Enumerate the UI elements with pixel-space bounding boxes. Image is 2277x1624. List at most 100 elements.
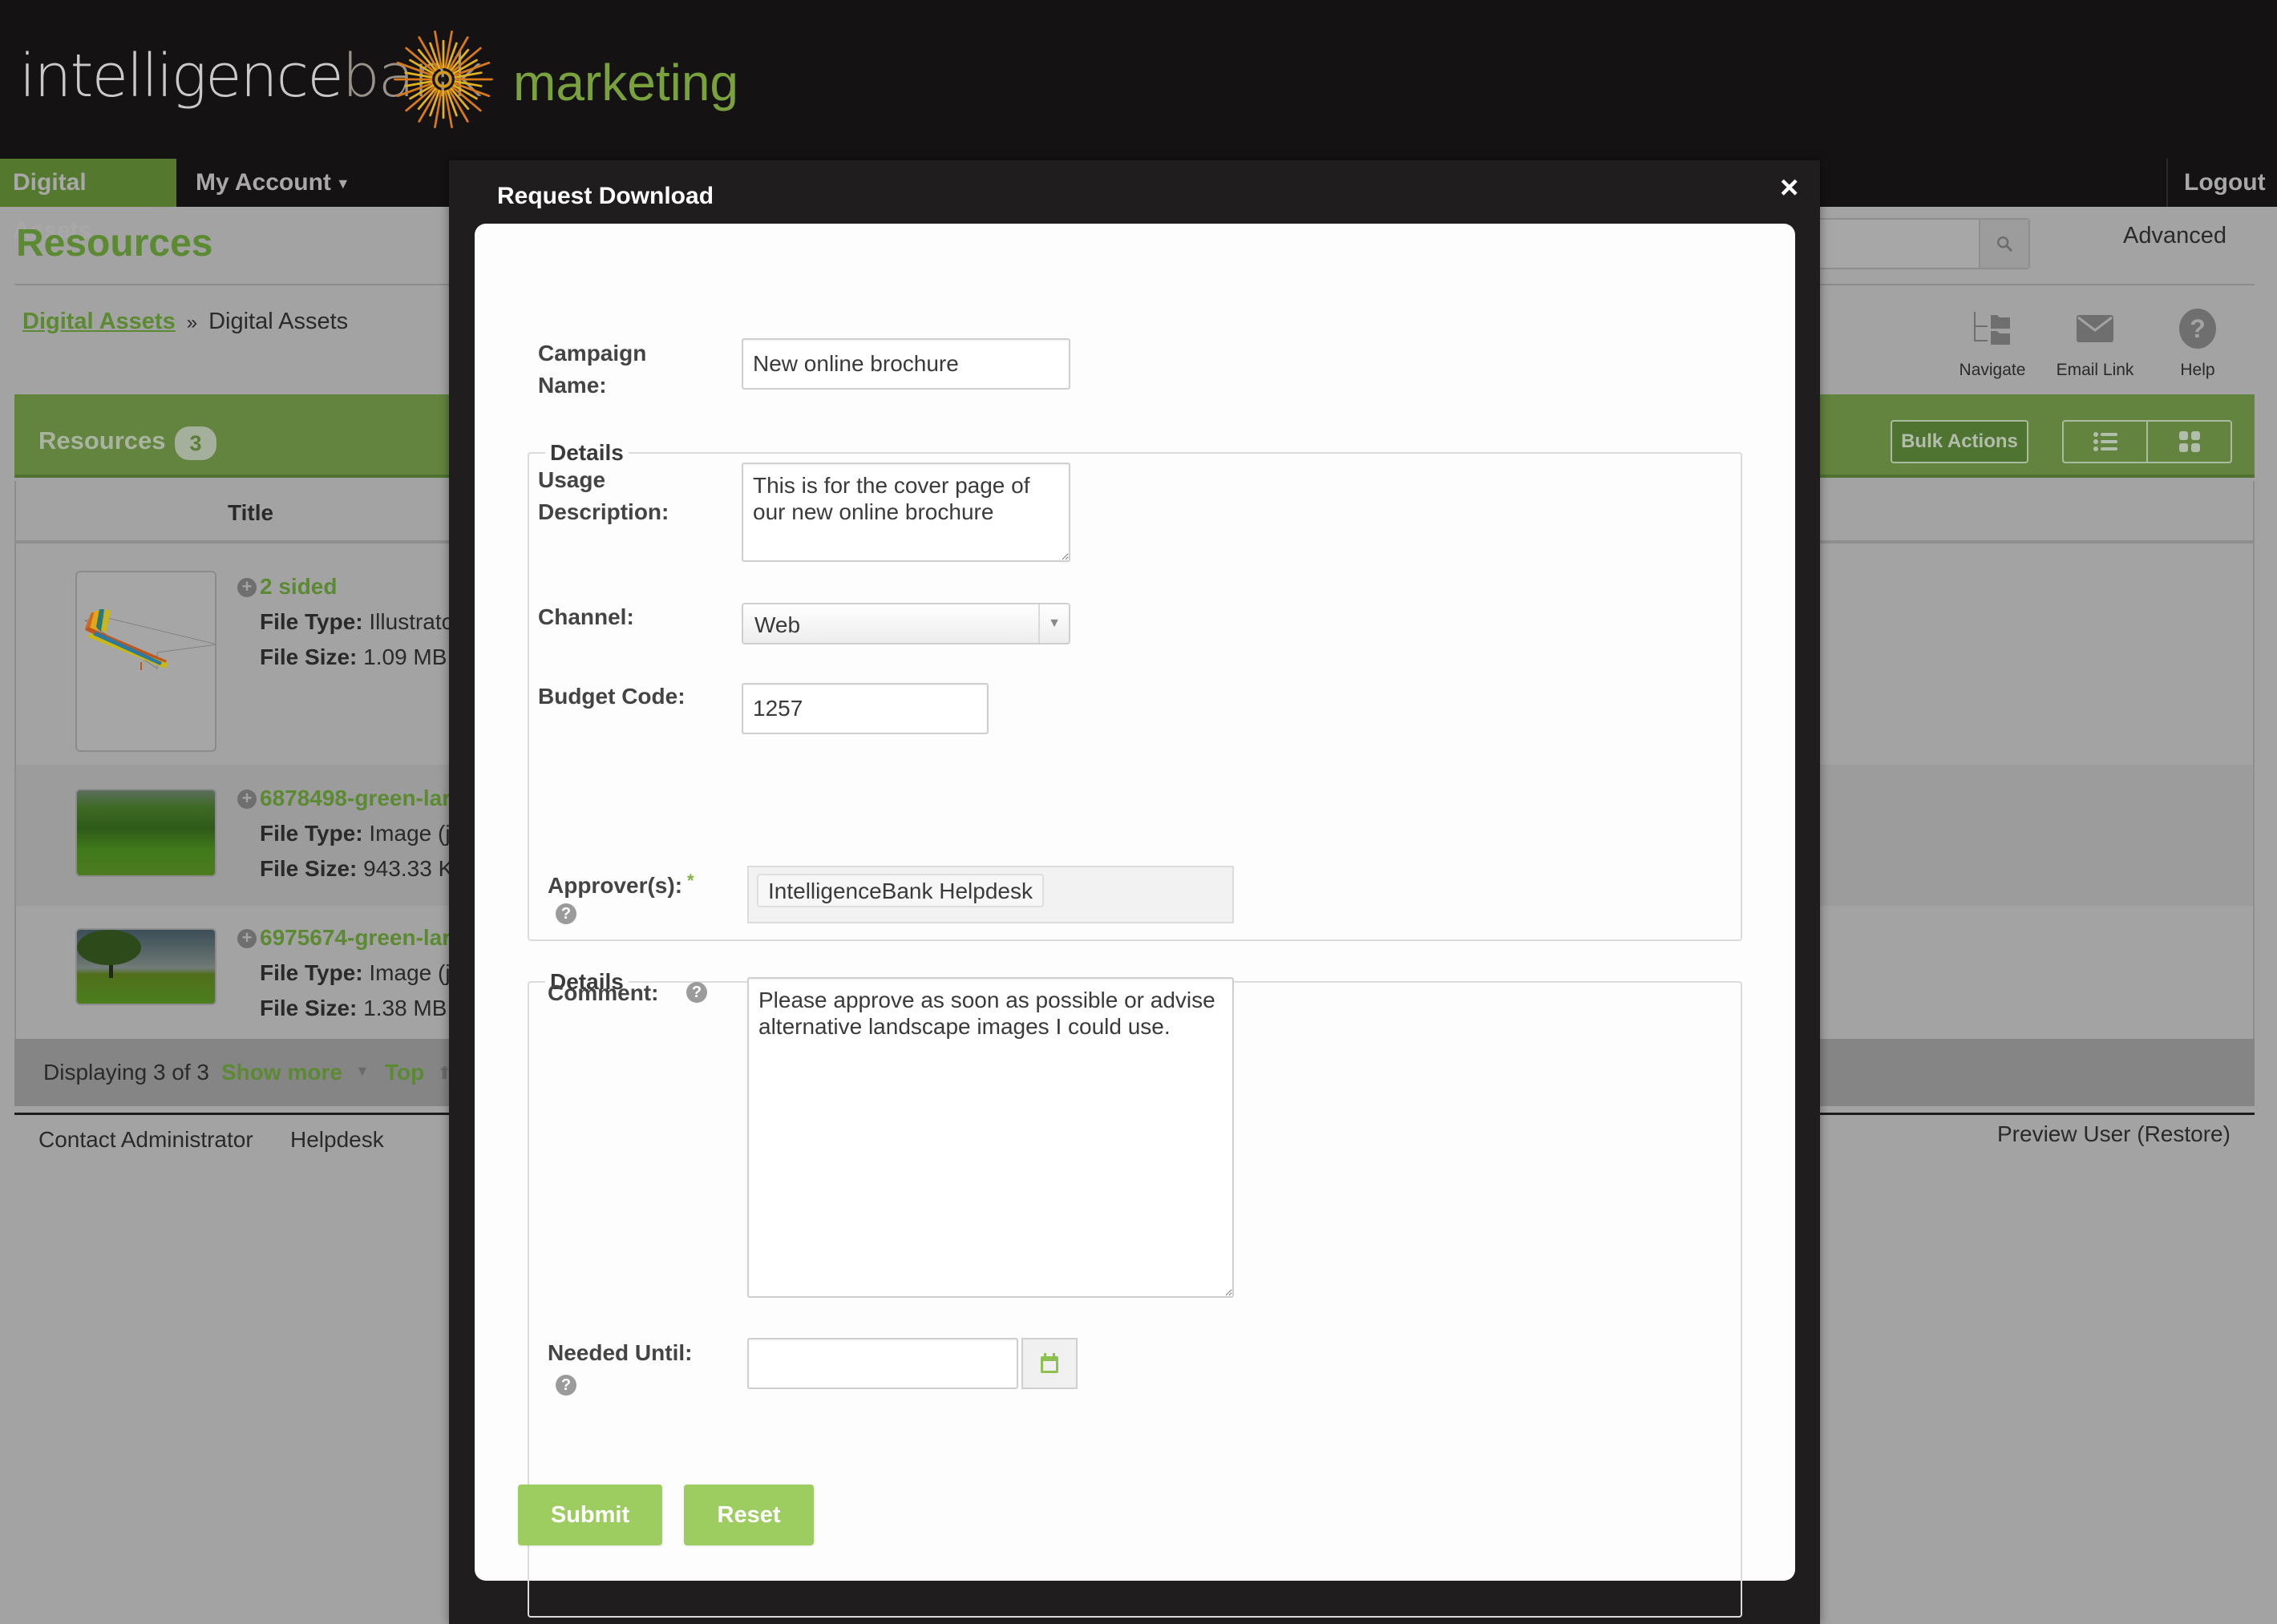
file-size-label: File Size: xyxy=(260,996,358,1020)
reset-button[interactable]: Reset xyxy=(684,1485,814,1545)
help-icon[interactable]: ? xyxy=(556,1375,576,1396)
file-size-value: 1.09 MB xyxy=(363,644,447,669)
email-link-button[interactable]: Email Link xyxy=(2047,305,2143,380)
advanced-search-link[interactable]: Advanced xyxy=(2123,223,2226,249)
thumbnail-illustration[interactable] xyxy=(75,571,216,752)
campaign-name-label: Campaign Name: xyxy=(538,341,647,398)
file-size-value: 1.38 MB xyxy=(363,996,447,1020)
channel-selected-value: Web xyxy=(754,612,801,637)
question-circle-icon: ? xyxy=(2179,309,2216,349)
preview-user-restore-link[interactable]: Preview User (Restore) xyxy=(1997,1121,2230,1147)
date-picker-button[interactable] xyxy=(1021,1338,1078,1389)
approvers-label-text: Approver(s): xyxy=(548,873,683,898)
logout-link[interactable]: Logout xyxy=(2166,159,2277,207)
help-label: Help xyxy=(2180,361,2215,379)
approvers-label: Approver(s): * xyxy=(548,865,694,902)
displaying-count: Displaying 3 of 3 xyxy=(43,1060,210,1085)
envelope-icon xyxy=(2077,315,2113,342)
app-header: intelligencebank marketing xyxy=(0,0,2277,159)
help-icon[interactable]: ? xyxy=(686,982,707,1003)
svg-text:?: ? xyxy=(2190,314,2206,343)
resource-title-link[interactable]: 6975674-green-lar xyxy=(260,925,451,950)
top-link[interactable]: Top xyxy=(385,1060,424,1085)
folder-tree-icon xyxy=(1974,312,2010,345)
resource-title-link[interactable]: 6878498-green-lar xyxy=(260,786,451,810)
expand-plus-icon[interactable]: + xyxy=(237,790,257,809)
resource-count-badge: 3 xyxy=(175,426,216,460)
file-size-value: 943.33 K xyxy=(363,856,454,881)
resources-bar-title: Resources xyxy=(38,426,166,454)
channel-select[interactable]: Web ▼ xyxy=(742,603,1070,644)
list-view-icon xyxy=(2093,432,2117,451)
comment-label: Comment: xyxy=(548,980,659,1005)
file-size-label: File Size: xyxy=(260,644,358,669)
budget-code-input[interactable] xyxy=(742,683,989,734)
required-asterisk: * xyxy=(687,871,694,891)
expand-plus-icon[interactable]: + xyxy=(237,578,257,597)
breadcrumb-separator: » xyxy=(186,312,198,333)
caret-down-icon: ▼ xyxy=(355,1063,370,1079)
file-type-value: Image (j xyxy=(369,960,451,985)
illustration-thumbnail-image xyxy=(84,609,215,670)
resource-info: +6878498-green-lar File Type: Image (j F… xyxy=(237,781,453,887)
modal-title: Request Download xyxy=(497,183,714,209)
nav-item-label: My Account xyxy=(196,169,331,196)
view-mode-toggle xyxy=(2062,420,2232,463)
needed-until-label: Needed Until: xyxy=(548,1340,693,1365)
comment-textarea[interactable]: Please approve as soon as possible or ad… xyxy=(747,977,1234,1298)
tree-photo-thumbnail-image xyxy=(77,930,141,978)
logo-subtitle: marketing xyxy=(513,54,738,111)
fieldset-legend: Details xyxy=(550,440,624,465)
needed-until-date-input[interactable] xyxy=(747,1338,1018,1389)
help-button[interactable]: ? Help xyxy=(2150,305,2246,380)
file-size-label: File Size: xyxy=(260,856,358,881)
bulk-actions-button[interactable]: Bulk Actions xyxy=(1891,420,2028,463)
approvers-multiselect[interactable]: IntelligenceBank Helpdesk xyxy=(747,866,1234,923)
submit-button[interactable]: Submit xyxy=(518,1485,662,1545)
resource-info: +6975674-green-lar File Type: Image (j F… xyxy=(237,920,451,1026)
email-link-label: Email Link xyxy=(2056,361,2134,379)
nav-item-digital-assets[interactable]: Digital Assets xyxy=(0,159,176,244)
grid-view-icon xyxy=(2178,431,2200,452)
grid-view-button[interactable] xyxy=(2146,422,2230,462)
channel-label: Channel: xyxy=(538,604,634,629)
file-type-label: File Type: xyxy=(260,821,363,846)
breadcrumb-current: Digital Assets xyxy=(208,309,349,334)
usage-description-textarea[interactable]: This is for the cover page of our new on… xyxy=(742,463,1070,562)
expand-plus-icon[interactable]: + xyxy=(237,929,257,948)
file-type-label: File Type: xyxy=(260,960,363,985)
contact-administrator-link[interactable]: Contact Administrator xyxy=(38,1127,253,1153)
page-title: Resources xyxy=(16,222,213,265)
resource-info: +2 sided File Type: Illustrato File Size… xyxy=(237,569,454,675)
budget-code-label: Budget Code: xyxy=(538,684,686,709)
request-download-modal: Request Download × Details Details Campa… xyxy=(449,160,1820,1624)
resource-title-link[interactable]: 2 sided xyxy=(260,574,337,599)
navigate-button[interactable]: Navigate xyxy=(1944,305,2040,380)
helpdesk-link[interactable]: Helpdesk xyxy=(290,1127,384,1153)
caret-down-icon: ▼ xyxy=(1038,604,1069,643)
thumbnail-tree-field[interactable] xyxy=(75,928,216,1005)
caret-down-icon: ▼ xyxy=(335,176,350,192)
breadcrumb: Digital Assets » Digital Assets xyxy=(22,309,348,335)
file-type-label: File Type: xyxy=(260,609,363,634)
campaign-name-input[interactable] xyxy=(742,338,1070,390)
search-button[interactable] xyxy=(1979,220,2028,268)
logo-sunburst-icon xyxy=(394,30,493,128)
logo-text-main: intelligence xyxy=(19,42,344,111)
help-icon[interactable]: ? xyxy=(556,903,576,924)
close-icon[interactable]: × xyxy=(1780,172,1798,204)
usage-description-label: Usage Description: xyxy=(538,467,669,524)
column-header-title[interactable]: Title xyxy=(228,500,273,526)
show-more-link[interactable]: Show more xyxy=(221,1060,342,1085)
file-type-value: Illustrato xyxy=(369,609,455,634)
approver-tag[interactable]: IntelligenceBank Helpdesk xyxy=(757,874,1044,907)
list-view-button[interactable] xyxy=(2064,422,2146,462)
navigate-label: Navigate xyxy=(1959,361,2026,379)
modal-body: Details Details Campaign Name: Usage Des… xyxy=(475,224,1795,1618)
calendar-icon xyxy=(1041,1353,1058,1373)
search-icon xyxy=(1997,236,2012,252)
breadcrumb-link-digital-assets[interactable]: Digital Assets xyxy=(22,309,176,334)
file-type-value: Image (j xyxy=(369,821,451,846)
nav-item-my-account[interactable]: My Account ▼ xyxy=(183,159,363,207)
thumbnail-green-hills[interactable] xyxy=(75,789,216,877)
